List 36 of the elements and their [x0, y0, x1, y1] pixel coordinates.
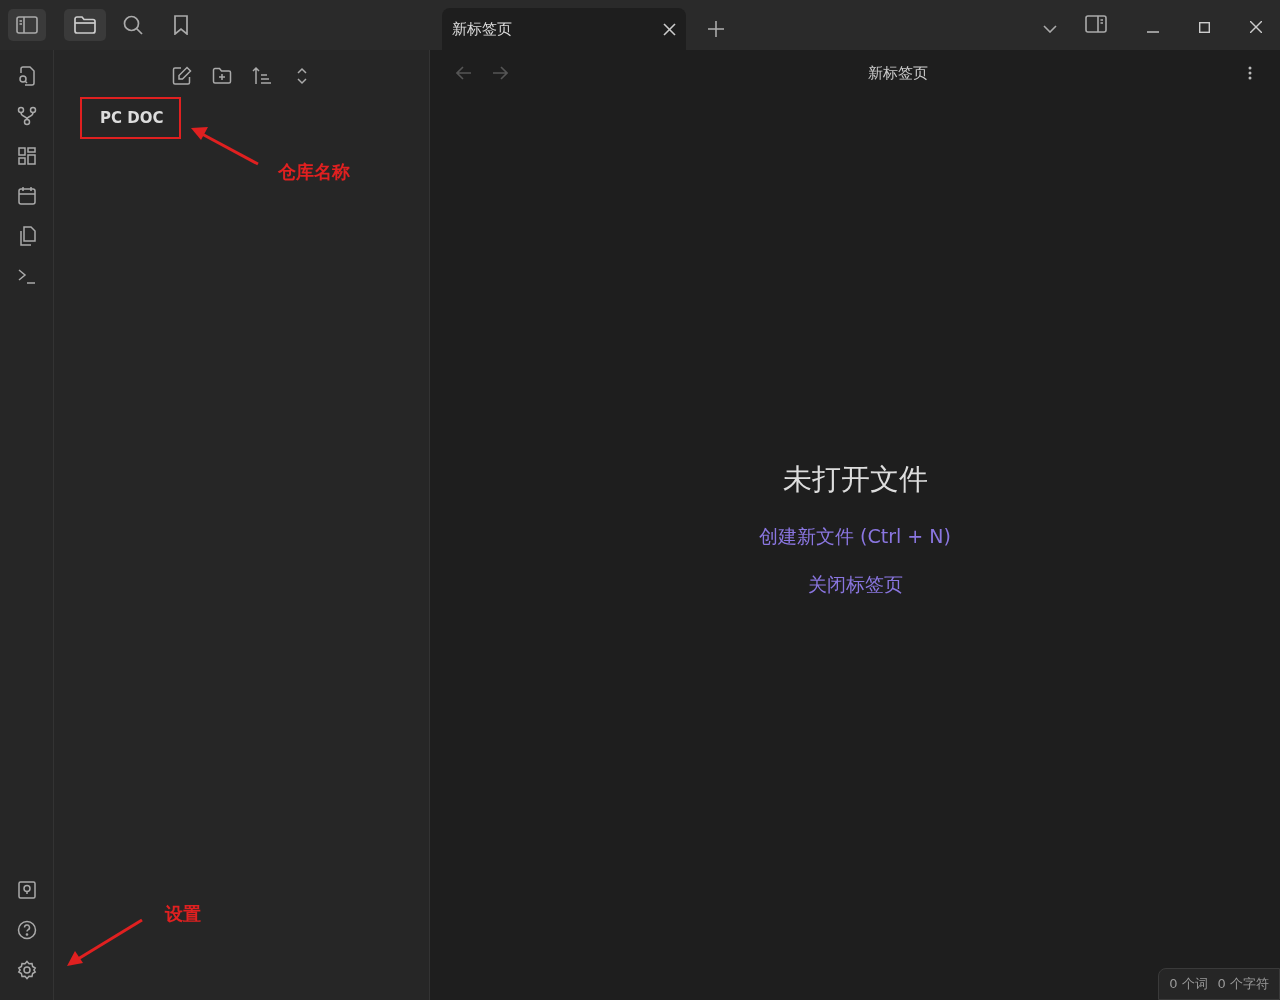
vault-name[interactable]: PC DOC [100, 109, 164, 127]
bookmark-icon[interactable] [173, 15, 189, 35]
file-search-icon[interactable] [16, 66, 37, 86]
more-options-icon[interactable] [1248, 66, 1252, 80]
maximize-icon[interactable] [1199, 22, 1210, 33]
close-icon[interactable] [663, 22, 676, 36]
view-title: 新标签页 [867, 63, 929, 83]
character-count: 0 个字符 [1217, 975, 1269, 993]
sort-icon[interactable] [251, 66, 272, 86]
help-icon[interactable] [16, 920, 37, 940]
chevron-down-icon[interactable] [1043, 25, 1057, 33]
terminal-icon[interactable] [16, 266, 37, 286]
tab-title[interactable]: 新标签页 [452, 19, 512, 39]
new-folder-icon[interactable] [211, 66, 232, 86]
right-sidebar-icon[interactable] [1085, 15, 1107, 33]
action-link[interactable]: 关闭标签页 [807, 572, 903, 598]
grid-icon[interactable] [16, 146, 37, 166]
sidebar-icon[interactable] [16, 16, 38, 34]
action-link[interactable]: 创建新文件 (Ctrl + N) [759, 524, 951, 550]
new-tab-icon[interactable] [708, 21, 724, 37]
calendar-icon[interactable] [16, 186, 37, 206]
empty-state-heading: 未打开文件 [782, 461, 928, 498]
annotation-label: 仓库名称 [278, 160, 350, 184]
settings-icon[interactable] [16, 960, 37, 980]
vault-icon[interactable] [16, 880, 37, 900]
graph-icon[interactable] [16, 106, 37, 126]
folder-tab[interactable] [64, 9, 106, 41]
annotation-label: 设置 [165, 902, 201, 926]
sidebar-toggle-button[interactable] [8, 9, 46, 41]
folder-icon[interactable] [74, 16, 96, 34]
close-icon[interactable] [1250, 21, 1262, 33]
word-count: 0 个词 [1169, 975, 1208, 993]
search-icon[interactable] [123, 15, 143, 35]
edit-icon[interactable] [171, 66, 192, 86]
tab[interactable]: 新标签页 [442, 8, 686, 50]
annotation-arrow [191, 127, 259, 166]
